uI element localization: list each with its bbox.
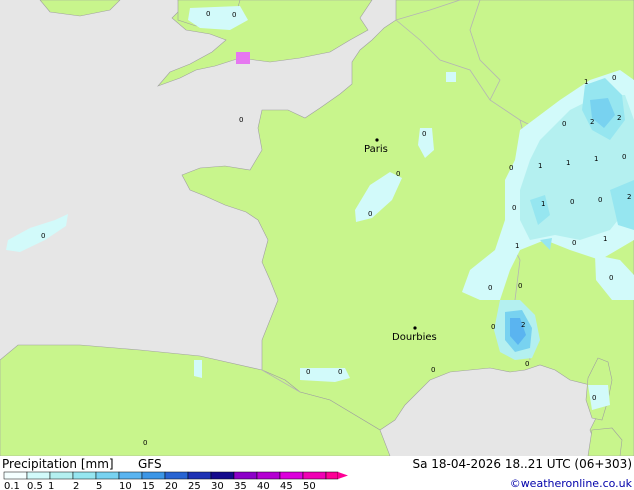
color-scale bbox=[3, 471, 348, 480]
scale-label: 0.1 bbox=[4, 481, 20, 490]
scale-label: 30 bbox=[211, 481, 224, 490]
grid-value: 0 bbox=[612, 74, 616, 82]
scale-label: 1 bbox=[48, 481, 54, 490]
grid-value: 0 bbox=[239, 116, 243, 124]
grid-value: 1 bbox=[584, 78, 588, 86]
grid-value: 0 bbox=[512, 204, 516, 212]
color-scale-labels: 0.1 0.5 1 2 5 10 15 20 25 30 35 40 45 50 bbox=[4, 481, 316, 490]
grid-value: 0 bbox=[570, 198, 574, 206]
scale-swatch bbox=[302, 471, 327, 480]
scale-swatch bbox=[233, 471, 258, 480]
scale-swatch bbox=[49, 471, 74, 480]
city-marker bbox=[375, 138, 379, 142]
scale-label: 40 bbox=[257, 481, 270, 490]
footer-canvas: Precipitation [mm] GFS Sa 18-04-2026 18.… bbox=[2, 457, 633, 490]
precipitation-map: 0 0 0 0 0 0 0 1 0 2 2 0 1 1 1 0 0 1 0 2 … bbox=[0, 0, 634, 457]
grid-value: 0 bbox=[338, 368, 342, 376]
grid-value: 0 bbox=[41, 232, 45, 240]
grid-value: 0 bbox=[206, 10, 210, 18]
grid-value: 0 bbox=[598, 196, 602, 204]
scale-swatch bbox=[187, 471, 212, 480]
grid-value: 2 bbox=[590, 118, 594, 126]
credit-link[interactable]: ©weatheronline.co.uk bbox=[510, 477, 633, 490]
scale-label: 5 bbox=[96, 481, 102, 490]
grid-value: 1 bbox=[566, 159, 570, 167]
model-name: GFS bbox=[138, 457, 162, 471]
scale-arrow bbox=[338, 472, 348, 479]
grid-value: 0 bbox=[368, 210, 372, 218]
forecast-datetime: Sa 18-04-2026 18..21 UTC (06+303) bbox=[412, 457, 632, 471]
grid-value: 2 bbox=[627, 193, 631, 201]
grid-value: 0 bbox=[509, 164, 513, 172]
grid-value: 0 bbox=[525, 360, 529, 368]
grid-value: 0 bbox=[592, 394, 596, 402]
grid-value: 0 bbox=[518, 282, 522, 290]
grid-value: 0 bbox=[609, 274, 613, 282]
grid-value: 1 bbox=[515, 242, 519, 250]
grid-value: 1 bbox=[541, 200, 545, 208]
scale-label: 25 bbox=[188, 481, 201, 490]
grid-value: 0 bbox=[622, 153, 626, 161]
grid-value: 1 bbox=[603, 235, 607, 243]
scale-swatch bbox=[256, 471, 281, 480]
scale-swatch bbox=[164, 471, 189, 480]
scale-label: 45 bbox=[280, 481, 293, 490]
grid-value: 1 bbox=[594, 155, 598, 163]
grid-value: 0 bbox=[143, 439, 147, 447]
grid-value: 2 bbox=[617, 114, 621, 122]
legend-title: Precipitation [mm] bbox=[2, 457, 114, 471]
scale-swatch bbox=[210, 471, 235, 480]
scale-swatch bbox=[279, 471, 304, 480]
scale-swatch bbox=[118, 471, 143, 480]
scale-label: 35 bbox=[234, 481, 247, 490]
scale-swatch bbox=[26, 471, 51, 480]
scale-swatch bbox=[325, 471, 339, 480]
map-canvas: 0 0 0 0 0 0 0 1 0 2 2 0 1 1 1 0 0 1 0 2 … bbox=[0, 0, 634, 457]
grid-value: 0 bbox=[396, 170, 400, 178]
city-marker bbox=[413, 326, 417, 330]
grid-value: 0 bbox=[431, 366, 435, 374]
scale-label: 10 bbox=[119, 481, 132, 490]
city-label: Paris bbox=[364, 144, 388, 155]
scale-label: 20 bbox=[165, 481, 178, 490]
grid-value: 2 bbox=[521, 321, 525, 329]
city-label: Dourbies bbox=[392, 332, 437, 343]
scale-label: 15 bbox=[142, 481, 155, 490]
grid-value: 0 bbox=[491, 323, 495, 331]
grid-value: 0 bbox=[306, 368, 310, 376]
grid-value: 0 bbox=[232, 11, 236, 19]
grid-value: 0 bbox=[572, 239, 576, 247]
scale-swatch bbox=[72, 471, 97, 480]
scale-swatch bbox=[141, 471, 166, 480]
scale-label: 2 bbox=[73, 481, 79, 490]
grid-value: 0 bbox=[562, 120, 566, 128]
legend-footer: Precipitation [mm] GFS Sa 18-04-2026 18.… bbox=[0, 456, 634, 490]
scale-label: 0.5 bbox=[27, 481, 43, 490]
scale-swatch bbox=[95, 471, 120, 480]
grid-value: 0 bbox=[488, 284, 492, 292]
grid-value: 0 bbox=[422, 130, 426, 138]
scale-swatch bbox=[3, 471, 28, 480]
scale-label: 50 bbox=[303, 481, 316, 490]
grid-value: 1 bbox=[538, 162, 542, 170]
